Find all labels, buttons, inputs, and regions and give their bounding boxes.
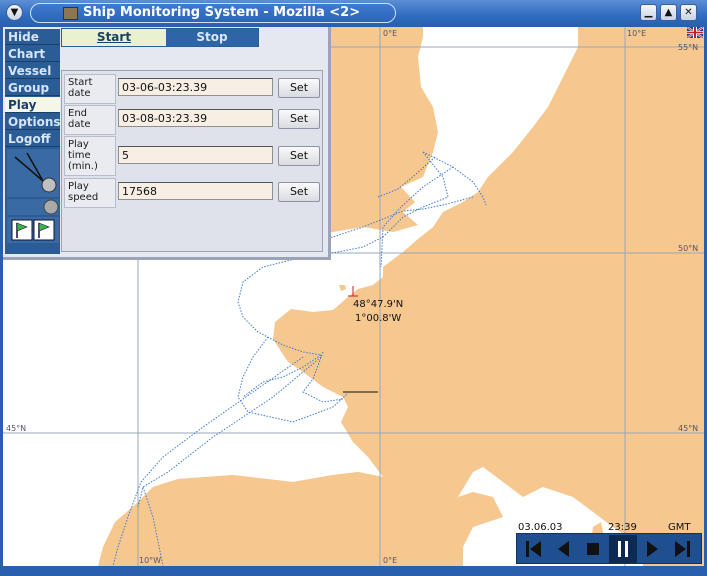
end-date-label: End date <box>64 105 116 135</box>
nav-item-vessel[interactable]: Vessel <box>5 63 60 79</box>
end-date-input[interactable]: 03-08-03:23.39 <box>118 109 273 127</box>
start-date-set-button[interactable]: Set <box>278 78 320 98</box>
uk-flag-icon[interactable] <box>686 27 704 39</box>
start-button[interactable]: Start <box>62 29 166 46</box>
stop-button[interactable]: Stop <box>166 29 258 46</box>
playback-date: 03.06.03 <box>518 522 563 533</box>
page-content: 0°E 10°E 55°N 50°N 45°N 45°N 10°W 0°E 48… <box>3 27 704 566</box>
grid-label-0e-bottom: 0°E <box>383 556 397 565</box>
window-menu-button[interactable]: ▼ <box>6 4 23 21</box>
skip-to-start-icon[interactable] <box>519 535 547 563</box>
title-pill: Ship Monitoring System - Mozilla <2> <box>30 3 396 23</box>
grid-label-0e-top: 0°E <box>383 29 397 38</box>
play-time-row: Play time (min.) 5 Set <box>64 136 321 176</box>
chevron-down-icon: ▼ <box>10 7 19 18</box>
play-speed-input[interactable]: 17568 <box>118 182 273 200</box>
grid-label-45n-right: 45°N <box>678 424 698 433</box>
grid-label-10w-bottom: 10°W <box>139 556 161 565</box>
cursor-latitude: 48°47.9'N <box>353 299 403 310</box>
end-date-set-button[interactable]: Set <box>278 109 320 129</box>
browser-window: ▼ Ship Monitoring System - Mozilla <2> ▁… <box>0 0 707 576</box>
grid-label-10e-top: 10°E <box>627 29 646 38</box>
window-title: Ship Monitoring System - Mozilla <2> <box>83 5 361 20</box>
play-time-label: Play time (min.) <box>64 136 116 176</box>
sidebar: Hide Chart Vessel Group Play Options Log… <box>5 29 61 254</box>
nav-item-options[interactable]: Options <box>5 114 61 130</box>
start-date-input[interactable]: 03-06-03:23.39 <box>118 78 273 96</box>
start-date-row: Start date 03-06-03:23.39 Set <box>64 74 321 104</box>
play-speed-row: Play speed 17568 Set <box>64 178 321 208</box>
close-icon: ✕ <box>684 7 693 18</box>
start-date-label: Start date <box>64 74 116 104</box>
minimize-button[interactable]: ▁ <box>640 4 657 21</box>
pause-icon[interactable] <box>609 535 637 563</box>
end-date-row: End date 03-08-03:23.39 Set <box>64 105 321 135</box>
play-time-set-button[interactable]: Set <box>278 146 320 166</box>
playback-time: 23:39 <box>608 522 637 533</box>
minimize-icon: ▁ <box>644 7 653 18</box>
zoom-knob-icon[interactable] <box>43 199 59 215</box>
control-panel: Hide Chart Vessel Group Play Options Log… <box>3 27 331 260</box>
grid-label-50n-right: 50°N <box>678 244 698 253</box>
start-stop-tabs: Start Stop <box>61 28 259 47</box>
skip-to-end-icon[interactable] <box>669 535 697 563</box>
playback-timezone: GMT <box>668 522 691 533</box>
play-speed-label: Play speed <box>64 178 116 208</box>
play-time-input[interactable]: 5 <box>118 146 273 164</box>
nav-item-group[interactable]: Group <box>5 80 60 96</box>
play-speed-set-button[interactable]: Set <box>278 182 320 202</box>
nav-item-chart[interactable]: Chart <box>5 46 60 62</box>
step-forward-icon[interactable] <box>639 535 667 563</box>
playback-control: 03.06.03 23:39 GMT <box>516 522 702 566</box>
playback-toolbar <box>516 533 702 564</box>
nav-item-logoff[interactable]: Logoff <box>5 131 60 147</box>
app-icon <box>63 7 78 20</box>
cursor-longitude: 1°00.8'W <box>355 313 401 324</box>
maximize-icon: ▲ <box>664 7 673 18</box>
nav-item-hide[interactable]: Hide <box>5 29 60 45</box>
close-button[interactable]: ✕ <box>680 4 697 21</box>
grid-label-45n-left: 45°N <box>6 424 26 433</box>
title-bar: ▼ Ship Monitoring System - Mozilla <2> ▁… <box>0 0 707 26</box>
tool-icons <box>7 149 59 243</box>
stop-icon[interactable] <box>579 535 607 563</box>
step-back-icon[interactable] <box>549 535 577 563</box>
window-bottom-edge <box>0 566 707 576</box>
play-settings-form: Start date 03-06-03:23.39 Set End date 0… <box>61 70 323 252</box>
maximize-button[interactable]: ▲ <box>660 4 677 21</box>
grid-label-55n-right: 55°N <box>678 43 698 52</box>
nav-item-play[interactable]: Play <box>5 97 60 113</box>
